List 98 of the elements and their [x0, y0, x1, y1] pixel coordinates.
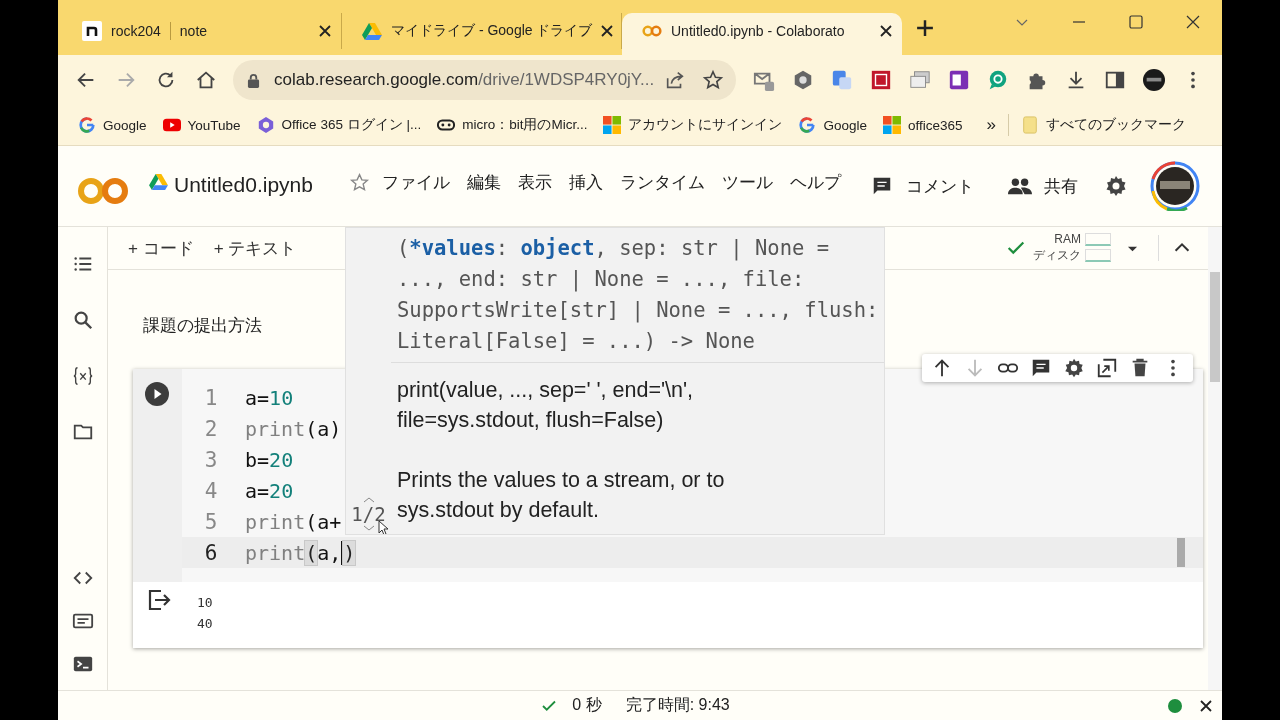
maximize-icon[interactable] — [1128, 14, 1144, 30]
settings-icon[interactable] — [1063, 357, 1085, 379]
line-number: 5 — [203, 509, 219, 534]
menu-item[interactable]: ファイル — [382, 170, 450, 194]
browser-tab[interactable]: Untitled0.ipynb - Colaborato — [622, 13, 902, 55]
plus-icon[interactable] — [916, 19, 934, 37]
signature-line: (*values: object, sep: str | None = — [397, 235, 830, 263]
hexagon-icon — [256, 116, 275, 134]
bookmark[interactable]: アカウントにサインイン — [603, 116, 783, 134]
close-icon[interactable] — [1200, 699, 1212, 712]
hexagon-icon[interactable] — [792, 69, 814, 91]
add-code-button[interactable]: + コード — [128, 236, 194, 260]
sidebar-icon[interactable] — [1104, 69, 1126, 91]
browser-tab[interactable]: マイドライブ - Google ドライブ — [342, 13, 622, 49]
line-number: 1 — [203, 385, 219, 410]
variables-icon[interactable] — [71, 365, 94, 387]
notebook-icon[interactable] — [948, 69, 970, 91]
bookmark[interactable]: Google — [78, 116, 147, 134]
colab-logo-icon[interactable] — [77, 176, 129, 206]
doc-line: Prints the values to a stream, or to — [397, 467, 726, 494]
close-icon[interactable] — [601, 25, 614, 37]
completion-time: 完了時間: 9:43 — [625, 695, 730, 715]
line-number: 6 — [203, 540, 219, 565]
avatar[interactable] — [1150, 161, 1200, 211]
add-text-button[interactable]: + テキスト — [213, 236, 297, 260]
run-button[interactable] — [145, 382, 169, 406]
browser-tab[interactable]: rock204 note — [62, 13, 342, 49]
more-bookmarks-button[interactable]: » — [986, 115, 996, 135]
drive-icon — [362, 21, 382, 41]
notebook-title[interactable]: Untitled0.ipynb — [174, 172, 313, 197]
tab-title: マイドライブ - Google ドライブ — [391, 22, 593, 40]
signature-line: Literal[False] = ...) -> None — [397, 328, 756, 355]
code-line: a=20 — [245, 478, 294, 503]
windows-stack-icon[interactable] — [909, 69, 931, 91]
text-cell: 課題の提出方法 — [143, 316, 262, 335]
bookmark[interactable]: office365 — [883, 116, 963, 134]
drive-icon[interactable] — [149, 173, 168, 190]
bookmark[interactable]: micro：bit用のMicr... — [437, 116, 588, 134]
line-number: 4 — [203, 478, 219, 503]
line-number: 2 — [203, 416, 219, 441]
doc-line: file=sys.stdout, flush=False) — [397, 407, 665, 434]
doc-line: print(value, ..., sep=' ', end='\n', — [397, 377, 695, 404]
ram-label: RAM — [1054, 232, 1081, 246]
lock-icon — [247, 72, 260, 88]
code-line: print(a+ — [245, 509, 342, 534]
star-icon[interactable] — [702, 69, 724, 91]
resource-meter[interactable]: RAM ディスク — [1033, 232, 1111, 264]
signature-line: SupportsWrite[str] | None = ..., flush: — [397, 297, 880, 325]
code-line: a=10 — [245, 385, 294, 410]
google-g-icon — [78, 116, 96, 134]
close-icon[interactable] — [880, 25, 892, 37]
output-line: 40 — [197, 615, 213, 633]
home-icon[interactable] — [195, 69, 217, 91]
share-icon[interactable] — [664, 69, 686, 91]
scrollbar-thumb[interactable] — [1177, 538, 1185, 567]
star-icon[interactable] — [349, 171, 370, 193]
mirror-cell-icon[interactable] — [1096, 357, 1118, 379]
menu-item[interactable]: ヘルプ — [790, 170, 841, 194]
line-number: 3 — [203, 447, 219, 472]
url-text: colab.research.google.com/drive/1WDSP4RY0jY... — [274, 70, 655, 90]
share-button[interactable]: 共有 — [1008, 174, 1078, 198]
scrollbar-thumb[interactable] — [1210, 272, 1220, 382]
tab-title: Untitled0.ipynb - Colaborato — [671, 23, 845, 39]
doc-line: sys.stdout by default. — [397, 497, 600, 524]
output-icon[interactable] — [147, 588, 171, 612]
settings-icon[interactable] — [1104, 174, 1128, 198]
signature-line: ..., end: str | None = ..., file: — [397, 266, 806, 294]
code-line: print(a) — [245, 416, 342, 441]
code-line: print(a,) — [245, 540, 356, 565]
chevron-down-icon[interactable] — [362, 525, 375, 531]
folder-icon — [1021, 116, 1039, 134]
bookmark[interactable]: Google — [798, 116, 867, 134]
page-counter: 1/2 — [351, 503, 386, 525]
execution-time: 0 秒 — [572, 695, 602, 715]
avatar[interactable] — [1143, 69, 1165, 91]
tab-title: rock204 — [111, 23, 161, 39]
menu-item[interactable]: 挿入 — [569, 170, 603, 194]
menu-item[interactable]: ランタイム — [620, 170, 705, 194]
play-icon — [162, 116, 181, 134]
close-icon[interactable] — [1185, 14, 1201, 30]
output-line: 10 — [197, 594, 213, 612]
tab-subtitle: note — [179, 23, 208, 39]
menu-item[interactable]: 表示 — [518, 170, 552, 194]
address-bar[interactable]: colab.research.google.com/drive/1WDSP4RY0jY... — [233, 60, 736, 100]
menu-item[interactable]: 編集 — [467, 170, 501, 194]
comment-button[interactable]: コメント — [870, 174, 974, 198]
all-bookmarks-button[interactable]: すべてのブックマーク — [1021, 116, 1186, 134]
google-g-icon — [798, 116, 817, 134]
close-icon[interactable] — [319, 25, 331, 37]
menu-item[interactable]: ツール — [722, 170, 773, 194]
four-squares-icon — [883, 116, 901, 134]
four-squares-icon — [603, 116, 622, 134]
bookmark[interactable]: Office 365 ログイン |... — [256, 116, 422, 134]
n-logo-icon — [82, 21, 102, 41]
disk-label: ディスク — [1033, 247, 1081, 264]
code-line: b=20 — [245, 447, 294, 472]
chat-bubble-icon[interactable] — [987, 69, 1009, 91]
bookmark[interactable]: YouTube — [162, 116, 241, 134]
